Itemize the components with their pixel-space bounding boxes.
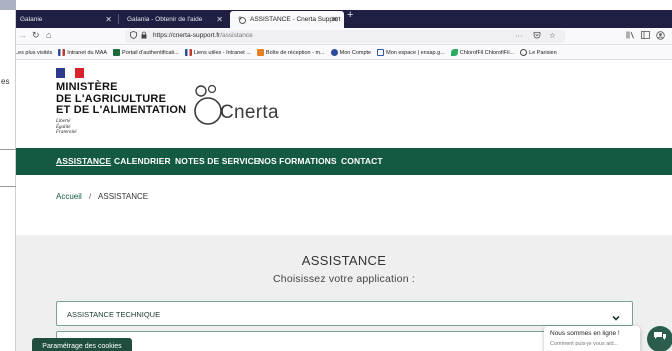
ministry-line: ET DE L'ALIMENTATION bbox=[56, 104, 187, 116]
select-value: ASSISTANCE TECHNIQUE bbox=[67, 310, 161, 319]
ensap-favicon-icon bbox=[377, 49, 385, 56]
leaf-icon bbox=[450, 49, 458, 56]
more-actions-icon[interactable]: ··· bbox=[515, 31, 523, 40]
tab-label: Galania - Obtenir de l'aide bbox=[127, 16, 203, 23]
main-navigation: ASSISTANCE CALENDRIER NOTES DE SERVICE N… bbox=[16, 148, 672, 175]
bookmark-label: Mon Compte bbox=[339, 49, 372, 56]
web-page: MINISTÈRE DE L'AGRICULTURE ET DE L'ALIME… bbox=[16, 61, 672, 351]
page-title: ASSISTANCE bbox=[301, 253, 387, 268]
tab-assistance[interactable]: ASSISTANCE - Cnerta Support ✕ bbox=[230, 11, 344, 28]
background-window-edge: es bbox=[0, 0, 16, 351]
url-host: https://cnerta-support.fr bbox=[153, 32, 221, 39]
site-header: MINISTÈRE DE L'AGRICULTURE ET DE L'ALIME… bbox=[16, 61, 672, 149]
tab-label: ASSISTANCE - Cnerta Support bbox=[250, 16, 341, 23]
close-icon[interactable]: ✕ bbox=[105, 15, 112, 24]
library-icon[interactable] bbox=[626, 31, 635, 41]
mail-favicon-icon bbox=[256, 49, 264, 56]
cnerta-logo-icon[interactable] bbox=[190, 83, 222, 132]
bookmark-label: Intranet du MAA bbox=[67, 49, 108, 56]
ministry-name: MINISTÈRE DE L'AGRICULTURE ET DE L'ALIME… bbox=[56, 81, 187, 117]
lock-icon[interactable] bbox=[141, 31, 147, 41]
nav-notes-de-service[interactable]: NOTES DE SERVICE bbox=[175, 156, 260, 166]
tab-galania-help[interactable]: Galania - Obtenir de l'aide ✕ bbox=[119, 11, 229, 28]
breadcrumb-home[interactable]: Accueil bbox=[56, 192, 82, 201]
bookmark-label: Boîte de réception - m... bbox=[265, 49, 325, 56]
breadcrumb-separator: / bbox=[89, 192, 92, 201]
home-icon[interactable]: ⌂ bbox=[46, 30, 51, 40]
page-subtitle: Choisissez votre application : bbox=[273, 273, 415, 285]
tab-galanie[interactable]: Galanie ✕ bbox=[0, 11, 118, 28]
flag-icon bbox=[56, 68, 84, 78]
cnerta-favicon-icon bbox=[238, 15, 246, 24]
forward-icon[interactable]: → bbox=[18, 30, 27, 40]
nav-assistance[interactable]: ASSISTANCE bbox=[56, 156, 111, 166]
republic-motto: Liberté Égalité Fraternité bbox=[56, 119, 77, 136]
close-icon[interactable]: ✕ bbox=[216, 15, 223, 24]
navigation-toolbar: ← → ↻ ⌂ https://cnerta-support.fr/assist… bbox=[0, 28, 672, 45]
account-icon[interactable] bbox=[656, 31, 665, 42]
bookmark-le-parisien[interactable]: Le Parisien bbox=[520, 49, 557, 56]
bookmark-boite-reception[interactable]: Boîte de réception - m... bbox=[256, 49, 325, 56]
portal-favicon-icon bbox=[113, 49, 121, 56]
bookmark-label: Les plus visités bbox=[15, 49, 53, 56]
marianne-favicon-icon bbox=[184, 49, 192, 56]
chat-open-button[interactable] bbox=[647, 326, 672, 351]
chat-subtitle: Comment puis-je vous aid... bbox=[550, 341, 619, 347]
bookmark-intranet-maa[interactable]: Intranet du MAA bbox=[58, 49, 107, 56]
screen: Galanie ✕ Galania - Obtenir de l'aide ✕ … bbox=[0, 0, 672, 351]
new-tab-icon[interactable]: + bbox=[347, 9, 353, 21]
nav-calendrier[interactable]: CALENDRIER bbox=[114, 156, 171, 166]
tab-label: Galanie bbox=[20, 16, 43, 23]
nav-nos-formations[interactable]: NOS FORMATIONS bbox=[258, 156, 337, 166]
url-text: https://cnerta-support.fr/assistance bbox=[153, 32, 253, 39]
bookmark-label: Liens utiles - Intranet ... bbox=[193, 49, 251, 56]
url-path: /assistance bbox=[220, 32, 253, 39]
bookmark-chlorofil[interactable]: ChlorofFil ChlorofiFil... bbox=[450, 49, 515, 56]
globe-icon bbox=[520, 49, 528, 56]
pocket-icon[interactable] bbox=[533, 31, 541, 41]
bookmarks-toolbar: ⚙ Les plus visités Intranet du MAA Porta… bbox=[0, 46, 672, 60]
divider bbox=[0, 149, 16, 150]
close-icon[interactable]: ✕ bbox=[331, 15, 338, 24]
bookmark-label: Portail d'authentificati... bbox=[122, 49, 179, 56]
marianne-favicon-icon bbox=[58, 49, 66, 56]
application-select[interactable]: ASSISTANCE TECHNIQUE bbox=[56, 301, 633, 326]
tab-bar: Galanie ✕ Galania - Obtenir de l'aide ✕ … bbox=[0, 9, 672, 28]
brand-name[interactable]: Cnerta bbox=[220, 102, 279, 124]
browser-window: Galanie ✕ Galania - Obtenir de l'aide ✕ … bbox=[0, 0, 672, 351]
chevron-down-icon[interactable] bbox=[612, 309, 620, 327]
address-bar[interactable]: https://cnerta-support.fr/assistance ···… bbox=[125, 30, 565, 43]
chat-invite-bubble[interactable]: Nous sommes en ligne ! Comment puis-je v… bbox=[544, 326, 640, 351]
cookie-settings-button[interactable]: Paramétrage des cookies bbox=[32, 338, 132, 351]
divider bbox=[0, 186, 16, 187]
background-window-text: es bbox=[1, 77, 10, 86]
ministry-line: MINISTÈRE bbox=[56, 81, 118, 93]
bookmark-liens-utiles[interactable]: Liens utiles - Intranet ... bbox=[184, 49, 251, 56]
bookmark-label: Mon espace | ensap.g... bbox=[386, 49, 445, 56]
shield-icon[interactable] bbox=[130, 31, 137, 41]
breadcrumb-current: ASSISTANCE bbox=[98, 192, 149, 201]
bookmark-label: Le Parisien bbox=[529, 49, 557, 56]
bookmark-label: ChlorofFil ChlorofiFil... bbox=[459, 49, 515, 56]
bookmark-portail-auth[interactable]: Portail d'authentificati... bbox=[113, 49, 179, 56]
bookmark-ensap[interactable]: Mon espace | ensap.g... bbox=[377, 49, 445, 56]
motto-line: Fraternité bbox=[56, 130, 77, 135]
chat-title: Nous sommes en ligne ! bbox=[550, 330, 620, 337]
reload-icon[interactable]: ↻ bbox=[32, 30, 40, 41]
bookmark-mon-compte[interactable]: Mon Compte bbox=[330, 49, 372, 56]
bookmark-star-icon[interactable]: ☆ bbox=[549, 31, 556, 40]
nav-contact[interactable]: CONTACT bbox=[341, 156, 383, 166]
breadcrumb: Accueil / ASSISTANCE bbox=[56, 192, 148, 201]
marianne-logo bbox=[56, 68, 84, 78]
background-window-titlebar bbox=[0, 0, 16, 10]
sidebar-icon[interactable] bbox=[641, 31, 650, 41]
chat-icon bbox=[653, 330, 667, 348]
account-favicon-icon bbox=[330, 49, 338, 56]
